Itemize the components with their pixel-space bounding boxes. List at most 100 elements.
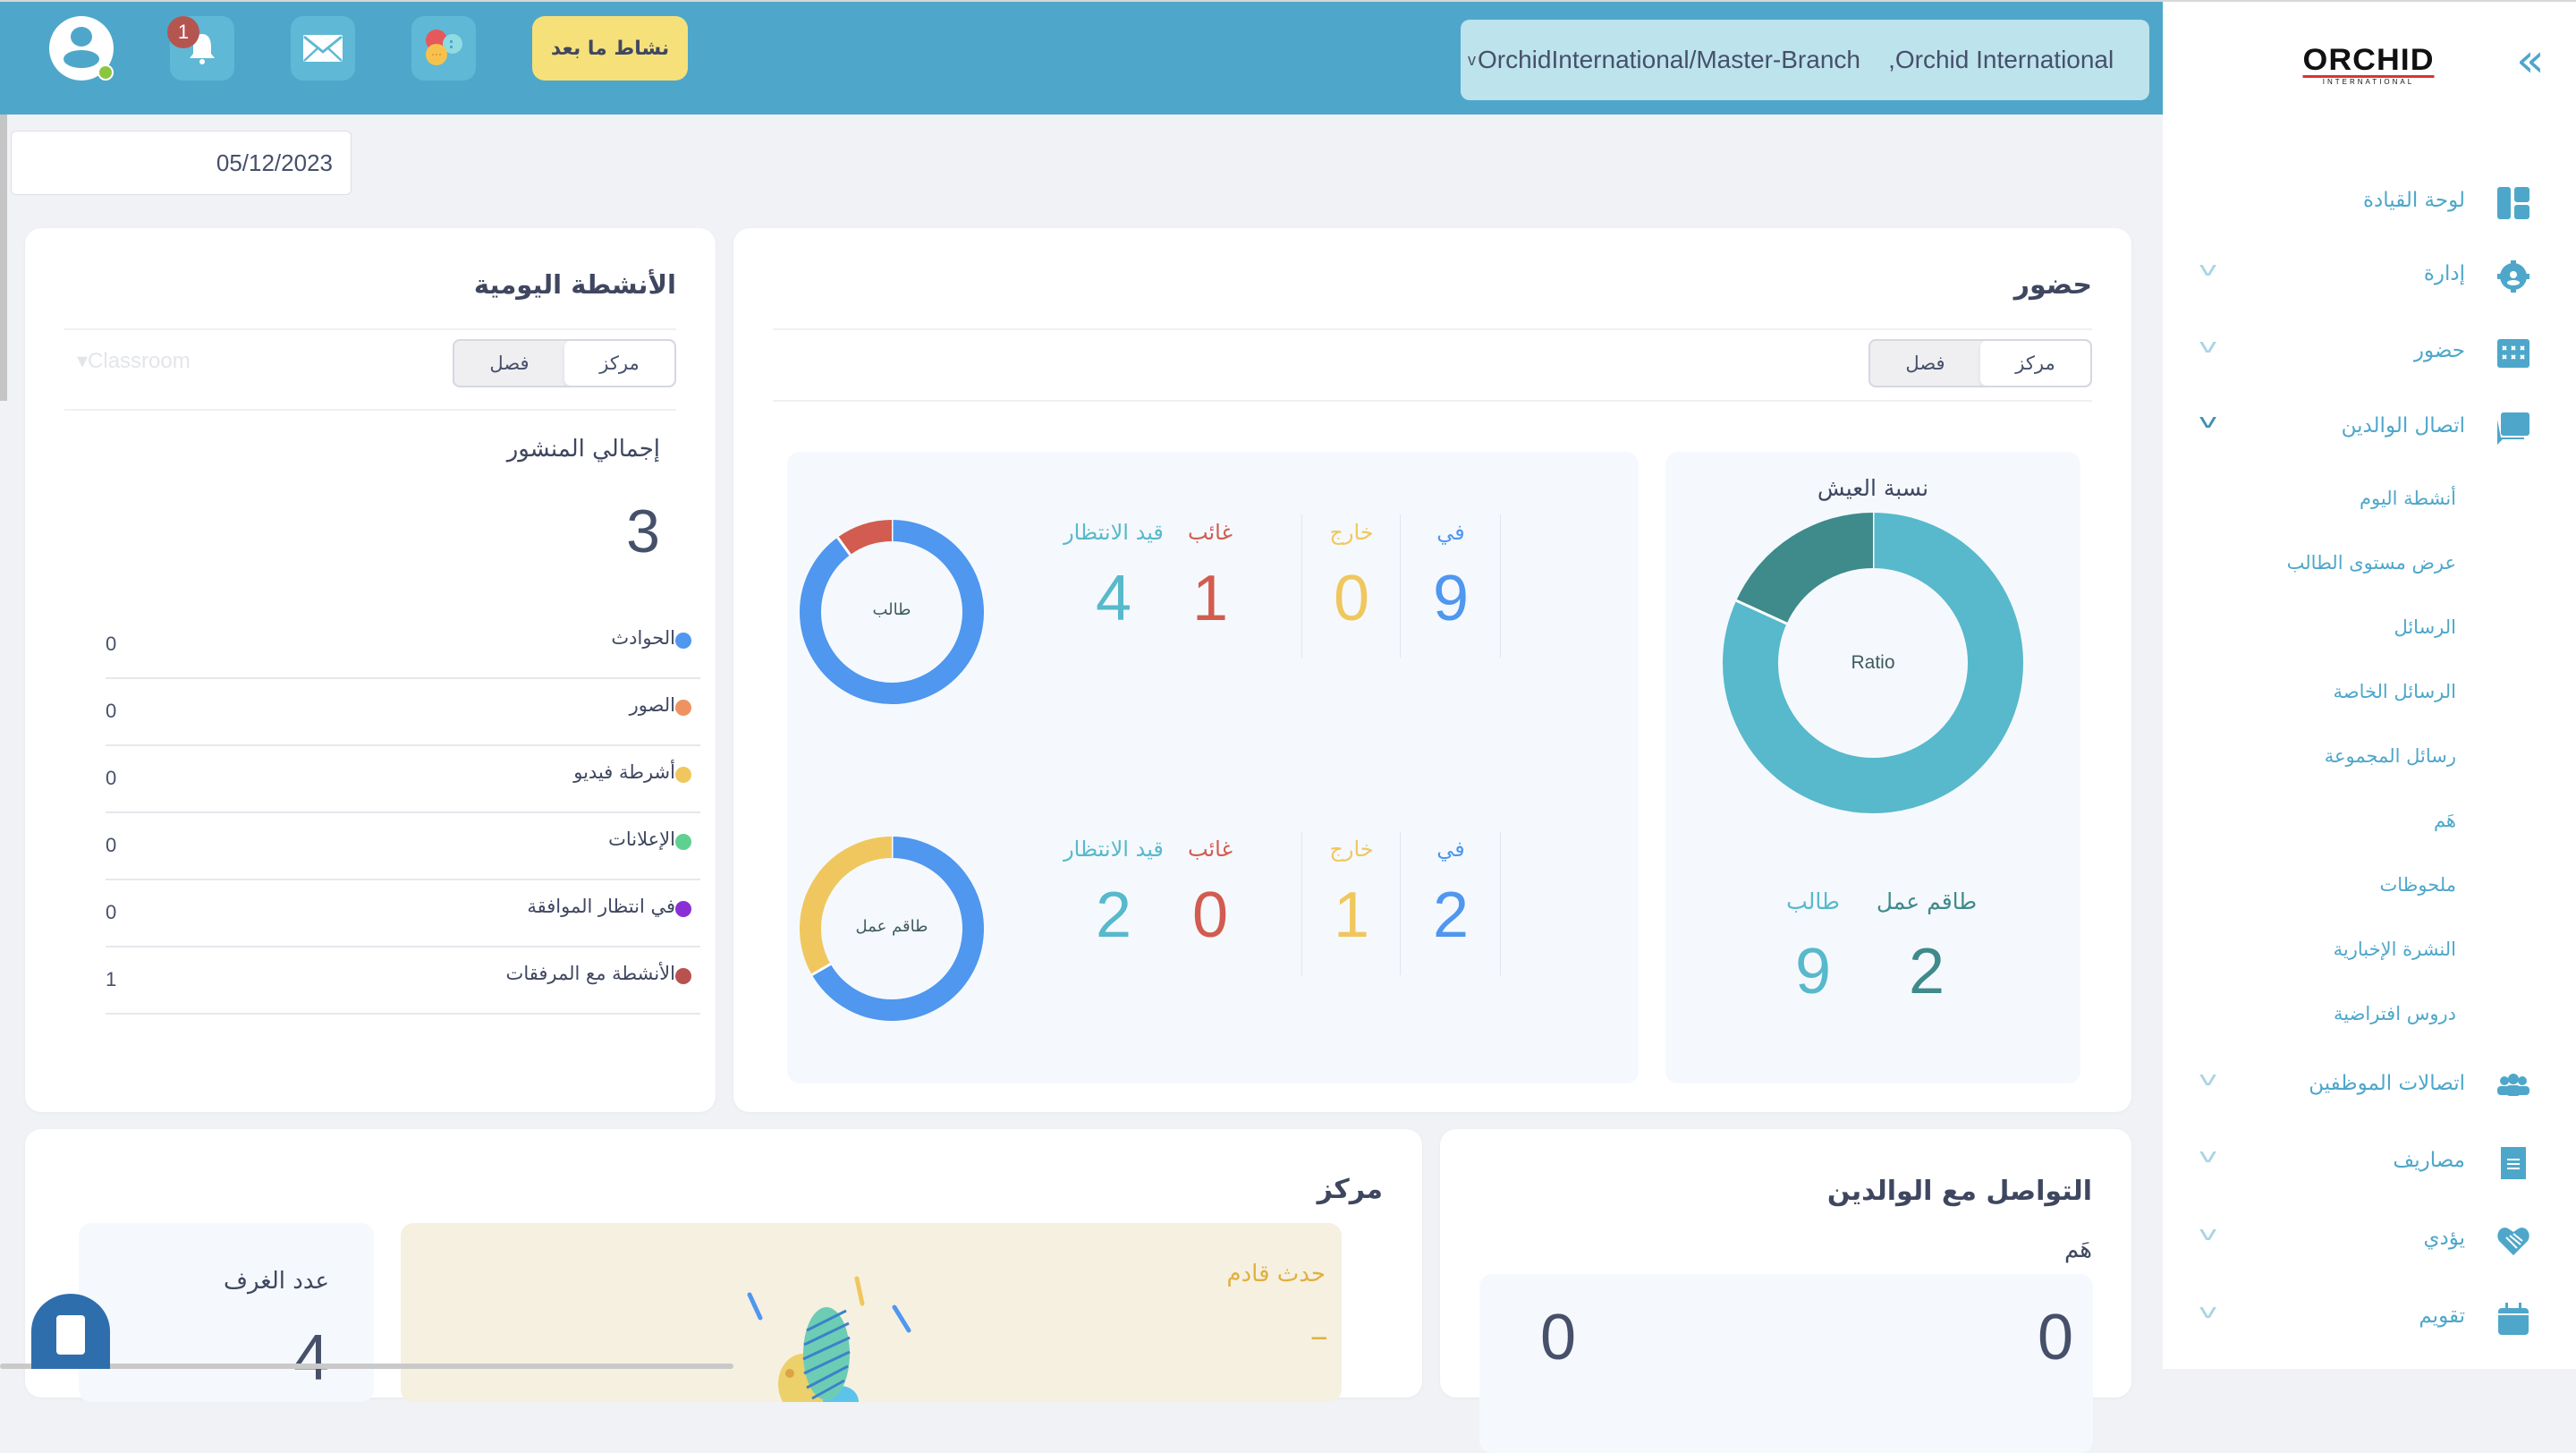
- activity-label: الصور: [629, 694, 675, 716]
- stat-label: قيد الانتظار: [1063, 520, 1164, 545]
- toggle-classroom[interactable]: فصل: [454, 341, 564, 386]
- stat-value: 4: [1095, 563, 1132, 634]
- sidebar-subitem-4[interactable]: رسائل المجموعة: [2163, 740, 2576, 776]
- upcoming-event-label: حدث قادم: [1226, 1261, 1326, 1287]
- parent-communication-card: التواصل مع الوالدين هَم 0 0: [1440, 1129, 2131, 1453]
- activity-count: 1: [106, 968, 117, 990]
- upcoming-event-value: ---: [1310, 1329, 1327, 1347]
- sidebar-subitem-0[interactable]: أنشطة اليوم: [2163, 482, 2576, 518]
- sidebar-item-label: حضور: [2413, 339, 2465, 362]
- activity-row[interactable]: 1 الأنشطة مع المرفقات: [106, 948, 700, 1015]
- stat-label: غائب: [1187, 837, 1233, 862]
- sidebar-subitem-1[interactable]: عرض مستوى الطالب: [2163, 547, 2576, 582]
- sidebar-item-3[interactable]: اتصال الوالدين v: [2163, 402, 2576, 455]
- chat-button[interactable]: [411, 16, 476, 81]
- stat-value: 2: [1432, 879, 1470, 951]
- chevron-down-icon[interactable]: v: [2199, 411, 2217, 433]
- date-input[interactable]: 05/12/2023: [11, 131, 352, 195]
- activity-label: الإعلانات: [608, 828, 675, 850]
- staff-donut-label: طاقم عمل: [855, 917, 928, 936]
- sidebar-item-2[interactable]: حضور v: [2163, 327, 2576, 380]
- sidebar-item-label: إدارة: [2423, 262, 2465, 285]
- activity-row[interactable]: 0 الإعلانات: [106, 814, 700, 880]
- toggle-center[interactable]: مركز: [564, 341, 674, 386]
- sidebar-item-5[interactable]: مصاريف v: [2163, 1136, 2576, 1190]
- activity-count: 0: [106, 633, 117, 655]
- horizontal-scrollbar[interactable]: [0, 1364, 733, 1369]
- notification-count-badge: 1: [167, 16, 199, 48]
- classroom-select[interactable]: ▾Classroom: [77, 348, 191, 374]
- sidebar-subitem-label: الرسائل: [2394, 616, 2456, 638]
- sidebar-subitem-label: أنشطة اليوم: [2360, 488, 2456, 509]
- daily-activities-title: الأنشطة اليومية: [473, 269, 676, 300]
- donut-slice-out[interactable]: [800, 837, 893, 975]
- collapse-sidebar-icon[interactable]: «: [2516, 38, 2545, 84]
- ratio-title: نسبة العيش: [1817, 475, 1929, 501]
- activity-row[interactable]: 0 أشرطة فيديو: [106, 747, 700, 813]
- chevron-down-icon[interactable]: v: [2199, 1301, 2217, 1323]
- chevron-down-icon[interactable]: v: [2199, 336, 2217, 358]
- column-separator: [1500, 832, 1501, 975]
- ratio-staff-label: طاقم عمل: [1876, 888, 1978, 914]
- sidebar-item-label: مصاريف: [2393, 1149, 2465, 1172]
- stat-value: 0: [1333, 563, 1370, 634]
- mail-icon: [303, 35, 343, 62]
- activity-count: 0: [106, 834, 117, 856]
- activity-color-dot: [675, 767, 691, 783]
- parent-chat-icon: [2497, 412, 2529, 445]
- parent-communication-panel: 0 0: [1479, 1274, 2093, 1453]
- sidebar-item-4[interactable]: اتصالات الموظفين v: [2163, 1059, 2576, 1113]
- chevron-down-icon[interactable]: v: [2199, 1223, 2217, 1245]
- vertical-scrollbar[interactable]: [0, 115, 7, 401]
- branch-select[interactable]: v OrchidInternational/Master-Branch ,Orch…: [1461, 20, 2149, 100]
- sidebar-subitem-8[interactable]: دروس افتراضية: [2163, 998, 2576, 1033]
- divider: [64, 328, 676, 330]
- parent-communication-subtitle: هَم: [2063, 1236, 2092, 1263]
- activity-row[interactable]: 0 الصور: [106, 680, 700, 746]
- sidebar-item-1[interactable]: إدارة v: [2163, 250, 2576, 303]
- activity-label: أشرطة فيديو: [573, 761, 675, 783]
- sidebar-subitem-label: رسائل المجموعة: [2324, 745, 2456, 767]
- sidebar-subitem-label: النشرة الإخبارية: [2333, 939, 2456, 960]
- donut-slice-staff[interactable]: [1736, 513, 1874, 625]
- support-chat-button[interactable]: [31, 1294, 110, 1369]
- sidebar-subitem-label: الرسائل الخاصة: [2333, 681, 2456, 702]
- sidebar-subitem-3[interactable]: الرسائل الخاصة: [2163, 676, 2576, 711]
- stat-value: 0: [1191, 879, 1229, 951]
- center-card: مركز عدد الغرف 4 حدث قادم ---: [25, 1129, 1422, 1402]
- top-header-bar: 1 نشاط ما بعد v OrchidInternational/Maste…: [0, 2, 2163, 115]
- sidebar-subitem-7[interactable]: النشرة الإخبارية: [2163, 933, 2576, 969]
- chevron-down-icon: v: [1468, 50, 1476, 69]
- attendance-calendar-icon: [2497, 337, 2529, 370]
- sidebar-item-6[interactable]: يؤدي v: [2163, 1214, 2576, 1268]
- sidebar-item-0[interactable]: لوحة القيادة: [2163, 176, 2576, 230]
- student-out-stat: خارج 0: [1302, 520, 1401, 634]
- activity-row[interactable]: 0 في انتظار الموافقة: [106, 881, 700, 947]
- rooms-panel: عدد الغرف 4: [79, 1223, 374, 1402]
- chevron-down-icon[interactable]: v: [2199, 1068, 2217, 1091]
- messages-button[interactable]: [291, 16, 355, 81]
- activity-label: في انتظار الموافقة: [527, 896, 675, 917]
- toggle-center[interactable]: مركز: [1980, 341, 2090, 386]
- orchid-logo[interactable]: ORCHID INTERNATIONAL: [2302, 45, 2435, 88]
- activity-row[interactable]: 0 الحوادث: [106, 613, 700, 679]
- student-donut-label: طالب: [872, 600, 911, 619]
- student-absent-stat: غائب 1: [1161, 520, 1259, 634]
- sidebar-subitem-5[interactable]: هَم: [2163, 804, 2576, 840]
- sidebar-item-label: اتصال الوالدين: [2341, 414, 2465, 438]
- chevron-down-icon[interactable]: v: [2199, 1145, 2217, 1168]
- sidebar-subitem-2[interactable]: الرسائل: [2163, 611, 2576, 647]
- stat-value: 1: [1333, 879, 1370, 951]
- ratio-panel: نسبة العيش Ratio طاقم عمل طالب 2 9: [1665, 452, 2080, 1083]
- after-school-activity-button[interactable]: نشاط ما بعد: [532, 16, 688, 81]
- sidebar-subitem-6[interactable]: ملحوظات: [2163, 869, 2576, 905]
- chevron-down-icon[interactable]: v: [2199, 259, 2217, 281]
- avatar-icon[interactable]: [49, 16, 114, 81]
- toggle-classroom[interactable]: فصل: [1870, 341, 1980, 386]
- sidebar-item-7[interactable]: تقويم v: [2163, 1292, 2576, 1346]
- center-card-title: مركز: [1317, 1174, 1383, 1205]
- calendar-icon: [2497, 1303, 2529, 1335]
- activity-label: الأنشطة مع المرفقات: [505, 963, 675, 984]
- staff-out-stat: خارج 1: [1302, 837, 1401, 951]
- donut-slice-absent[interactable]: [837, 520, 893, 556]
